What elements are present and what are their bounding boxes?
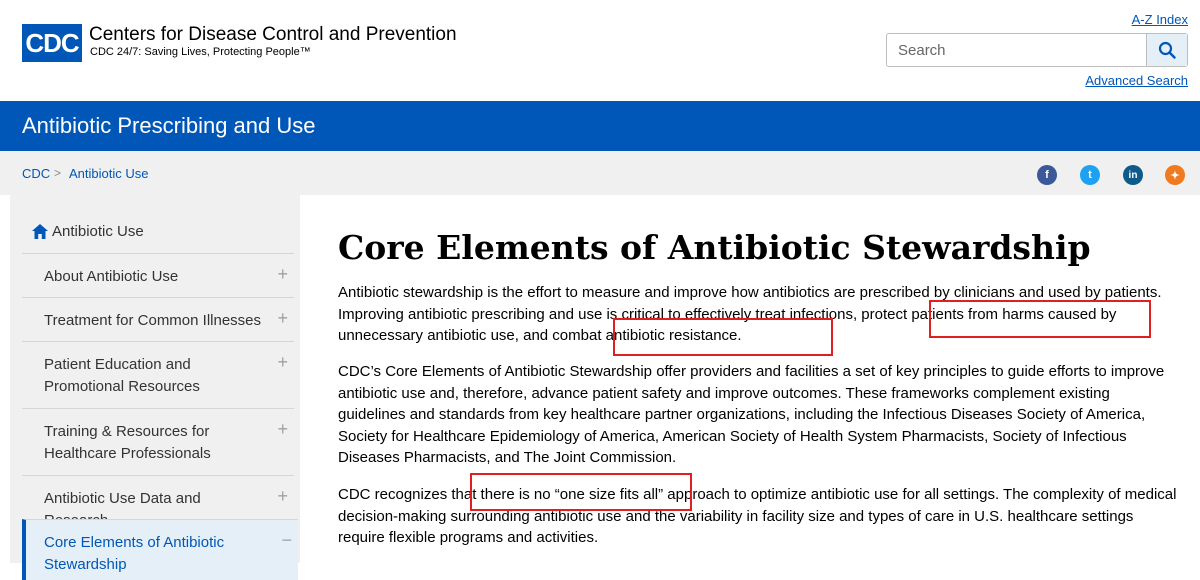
sidebar-nav: Antibiotic Use About Antibiotic Use + Tr…	[10, 195, 300, 580]
sidebar-home-label: Antibiotic Use	[52, 223, 144, 240]
facebook-icon[interactable]: f	[1037, 165, 1057, 185]
breadcrumb: CDC > Antibiotic Use f t in ✦	[0, 151, 1200, 195]
breadcrumb-cdc[interactable]: CDC	[22, 166, 50, 181]
search-button[interactable]	[1146, 34, 1187, 66]
sidebar-item-about-antibiotic-use[interactable]: About Antibiotic Use +	[22, 253, 294, 298]
breadcrumb-antibiotic-use[interactable]: Antibiotic Use	[69, 166, 148, 181]
sidebar-item-training[interactable]: Training & Resources for Healthcare Prof…	[22, 408, 294, 476]
org-tagline: CDC 24/7: Saving Lives, Protecting Peopl…	[90, 46, 311, 58]
paragraph-core-elements: CDC’s Core Elements of Antibiotic Stewar…	[338, 363, 1165, 466]
search-box	[886, 33, 1188, 67]
sidebar-item-core-elements[interactable]: Core Elements of Antibiotic Stewardship …	[22, 519, 298, 580]
sidebar-item-label: About Antibiotic Use	[44, 268, 179, 285]
sidebar-item-label: Training & Resources for Healthcare Prof…	[44, 423, 211, 462]
collapse-icon[interactable]: −	[281, 530, 292, 551]
expand-icon[interactable]: +	[277, 264, 288, 285]
twitter-icon[interactable]: t	[1080, 165, 1100, 185]
paragraph-one-size: CDC recognizes that there is no “one siz…	[338, 486, 1177, 546]
search-input[interactable]	[887, 34, 1147, 66]
sidebar-item-label: Patient Education and Promotional Resour…	[44, 356, 200, 395]
site-title-bar: Antibiotic Prescribing and Use	[0, 101, 1200, 151]
sidebar-item-treatment[interactable]: Treatment for Common Illnesses +	[22, 297, 294, 342]
page-title: Core Elements of Antibiotic Stewardship	[338, 228, 1091, 267]
home-icon	[32, 224, 48, 239]
expand-icon[interactable]: +	[277, 486, 288, 507]
syndicate-icon[interactable]: ✦	[1165, 165, 1185, 185]
site-title[interactable]: Antibiotic Prescribing and Use	[22, 113, 315, 139]
az-index-link[interactable]: A-Z Index	[1132, 12, 1188, 27]
sidebar-home[interactable]: Antibiotic Use	[32, 223, 144, 240]
sidebar-item-data-research[interactable]: Antibiotic Use Data and Research +	[22, 475, 294, 529]
sidebar-item-label: Core Elements of Antibiotic Stewardship	[44, 534, 225, 573]
sidebar-item-patient-education[interactable]: Patient Education and Promotional Resour…	[22, 341, 294, 409]
expand-icon[interactable]: +	[277, 419, 288, 440]
expand-icon[interactable]: +	[277, 352, 288, 373]
expand-icon[interactable]: +	[277, 308, 288, 329]
sidebar-item-label: Treatment for Common Illnesses	[44, 312, 262, 329]
paragraph-intro: Antibiotic stewardship is the effort to …	[338, 284, 1162, 344]
search-icon	[1158, 41, 1176, 59]
breadcrumb-separator: >	[54, 166, 62, 180]
linkedin-icon[interactable]: in	[1123, 165, 1143, 185]
org-name: Centers for Disease Control and Preventi…	[89, 24, 457, 45]
cdc-logo[interactable]: CDC	[22, 24, 82, 62]
advanced-search-link[interactable]: Advanced Search	[1085, 73, 1188, 88]
